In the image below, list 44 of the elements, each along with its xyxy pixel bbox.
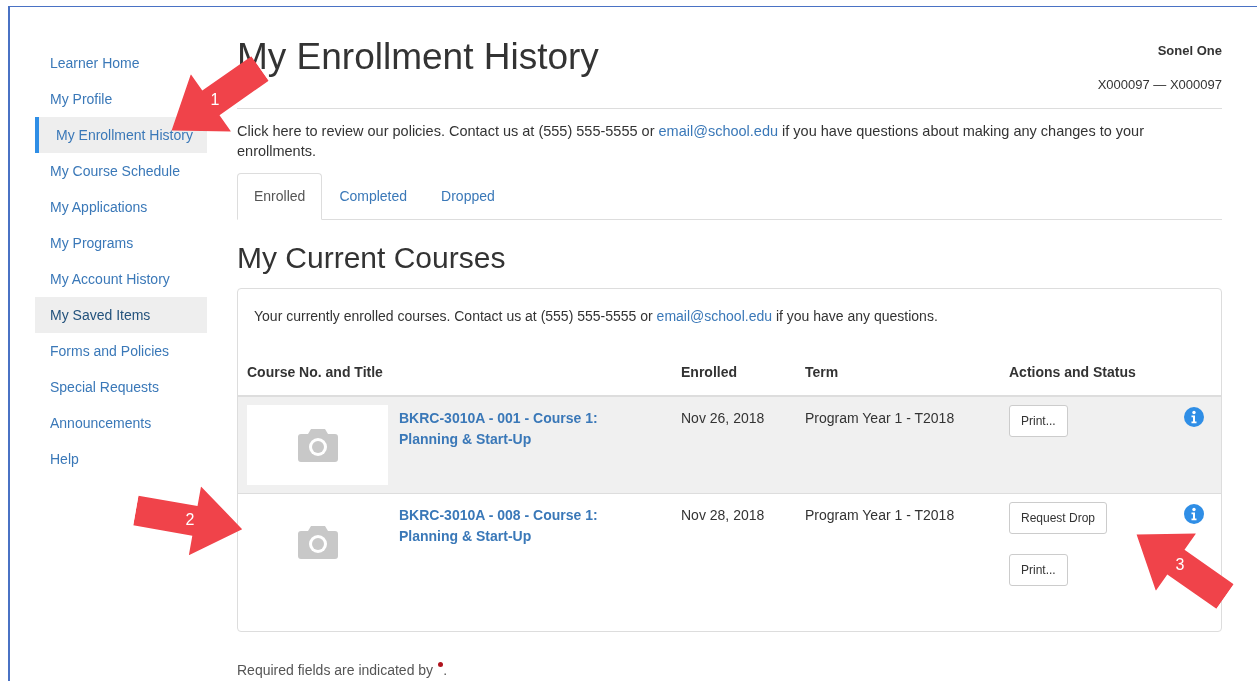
column-header: Course No. and Title bbox=[247, 363, 384, 382]
sidebar-item[interactable]: My Enrollment History bbox=[35, 117, 207, 153]
email-link[interactable]: email@school.edu bbox=[656, 308, 772, 324]
sidebar-item[interactable]: Special Requests bbox=[35, 369, 159, 405]
callout-number: 3 bbox=[1175, 557, 1185, 573]
policy-notice: Click here to review our policies. Contact us at (555) 555-5555 or email@school.edu if you have questions about making any changes to your enrollments. bbox=[237, 122, 1145, 161]
info-icon[interactable] bbox=[1184, 504, 1204, 524]
user-name: Sonel One bbox=[1157, 42, 1222, 60]
callout-number: 1 bbox=[210, 92, 220, 108]
user-id: X000097 — X000097 bbox=[1097, 75, 1222, 94]
panel-intro: Your currently enrolled courses. Contact us at (555) 555-5555 or email@school.edu if you have any questions. bbox=[253, 307, 939, 326]
sidebar-item[interactable]: My Course Schedule bbox=[35, 153, 180, 189]
enrolled-date: Nov 26, 2018 bbox=[681, 409, 766, 428]
required-note: Required fields are indicated by bbox=[237, 661, 434, 680]
camera-icon bbox=[296, 524, 339, 560]
sidebar-item[interactable]: My Account History bbox=[35, 261, 170, 297]
tab[interactable]: Completed bbox=[322, 173, 425, 220]
sidebar-item[interactable]: My Saved Items bbox=[35, 297, 207, 333]
sidebar-item[interactable]: Learner Home bbox=[35, 45, 140, 81]
callout-number: 2 bbox=[185, 512, 195, 528]
column-header: Actions and Status bbox=[1009, 363, 1136, 382]
period-text: . bbox=[443, 661, 447, 680]
course-link[interactable]: BKRC-3010A - 008 - Course 1: Planning & Start-Up bbox=[399, 502, 631, 586]
action-button[interactable]: Print... bbox=[1009, 554, 1068, 586]
sidebar-item[interactable]: Help bbox=[35, 441, 79, 477]
email-link[interactable]: email@school.edu bbox=[658, 123, 779, 139]
action-button[interactable]: Request Drop bbox=[1009, 502, 1108, 534]
term-cell-text: Program Year 1 - T2018 bbox=[805, 506, 956, 525]
column-header: Term bbox=[805, 363, 840, 382]
enrolled-date: Nov 28, 2018 bbox=[681, 506, 766, 525]
sidebar-item[interactable]: Announcements bbox=[35, 405, 152, 441]
course-link[interactable]: BKRC-3010A - 001 - Course 1: Planning & Start-Up bbox=[399, 405, 631, 485]
action-button[interactable]: Print... bbox=[1009, 405, 1068, 437]
column-header: Enrolled bbox=[681, 363, 738, 382]
camera-icon bbox=[296, 427, 339, 463]
sidebar-item[interactable]: My Applications bbox=[35, 189, 148, 225]
tab[interactable]: Enrolled bbox=[237, 173, 323, 220]
tab[interactable]: Dropped bbox=[424, 173, 512, 220]
sidebar-item[interactable]: My Profile bbox=[35, 81, 113, 117]
sidebar-item[interactable]: My Programs bbox=[35, 225, 134, 261]
sidebar-item[interactable]: Forms and Policies bbox=[35, 333, 170, 369]
section-title: My Current Courses bbox=[237, 240, 507, 276]
info-icon[interactable] bbox=[1184, 407, 1204, 427]
term-cell-text: Program Year 1 - T2018 bbox=[805, 409, 956, 428]
